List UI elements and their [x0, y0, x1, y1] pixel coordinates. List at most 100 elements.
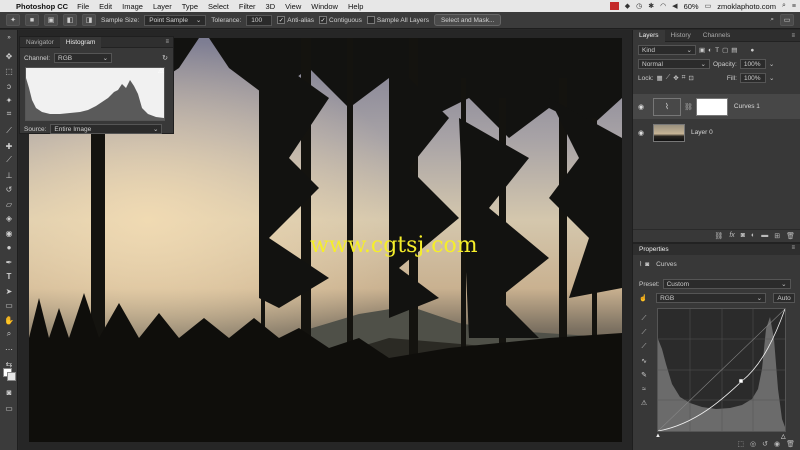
history-brush-tool-icon[interactable]: ↺ — [3, 183, 15, 195]
trash-icon[interactable]: 🗑 — [786, 232, 795, 240]
wifi-icon[interactable]: ◠ — [660, 2, 666, 10]
sample-size-select[interactable]: Point Sample ⌄ — [144, 14, 207, 26]
menu-filter[interactable]: Filter — [239, 2, 256, 11]
tolerance-input[interactable]: 100 — [246, 14, 273, 26]
fill-input[interactable]: 100% — [739, 73, 766, 83]
menu-3d[interactable]: 3D — [266, 2, 276, 11]
tab-histogram[interactable]: Histogram — [59, 36, 102, 48]
path-selection-tool-icon[interactable]: ➤ — [3, 285, 15, 297]
sample-all-layers-checkbox[interactable]: Sample All Layers — [366, 16, 429, 24]
folder-icon[interactable]: ▬ — [761, 232, 768, 239]
adjustment-layer-icon[interactable]: ◐ — [751, 232, 755, 239]
curves-graph[interactable] — [657, 308, 786, 432]
zoom-tool-icon[interactable]: ⌕ — [3, 328, 15, 340]
select-and-mask-button[interactable]: Select and Mask... — [433, 14, 502, 26]
app-name-menu[interactable]: Photoshop CC — [16, 2, 68, 11]
gradient-tool-icon[interactable]: ◈ — [3, 212, 15, 224]
eye-icon[interactable]: ◉ — [633, 103, 649, 111]
contiguous-checkbox[interactable]: ✓ Contiguous — [319, 16, 362, 24]
lock-move-icon[interactable]: ✥ — [673, 74, 678, 82]
curves-icon[interactable]: ⌇ — [639, 260, 642, 268]
tab-channels[interactable]: Channels — [697, 30, 736, 42]
menu-window[interactable]: Window — [311, 2, 338, 11]
collapse-arrows-icon[interactable]: » — [3, 32, 15, 44]
menu-list-icon[interactable]: ≡ — [792, 3, 796, 10]
eye-icon[interactable]: ◉ — [633, 129, 649, 137]
fx-icon[interactable]: fx — [729, 232, 734, 239]
quick-mask-icon[interactable]: ◙ — [3, 386, 15, 398]
menu-layer[interactable]: Layer — [153, 2, 172, 11]
bluetooth-icon[interactable]: ✱ — [648, 2, 654, 10]
healing-brush-tool-icon[interactable]: ✚ — [3, 140, 15, 152]
link-layers-icon[interactable]: ⛓ — [714, 232, 723, 240]
clip-to-layer-icon[interactable]: ⬚ — [737, 440, 744, 448]
search-icon[interactable]: ⌕ — [782, 2, 786, 10]
kind-filter-select[interactable]: Kind ⌄ — [638, 45, 696, 55]
more-tools-icon[interactable]: ⋯ — [3, 343, 15, 355]
marquee-tool-icon[interactable]: ⬚ — [3, 65, 15, 77]
anti-alias-checkbox[interactable]: ✓ Anti-alias — [277, 16, 314, 24]
menu-help[interactable]: Help — [348, 2, 363, 11]
layer-mask-thumbnail[interactable] — [695, 97, 728, 116]
crop-tool-icon[interactable]: ⌗ — [3, 108, 15, 120]
mask-icon[interactable]: ◙ — [645, 261, 649, 268]
menu-type[interactable]: Type — [182, 2, 198, 11]
curves-channel-select[interactable]: RGB ⌄ — [656, 293, 767, 303]
tab-layers[interactable]: Layers — [633, 29, 665, 42]
target-adjust-icon[interactable]: ☝ — [639, 294, 647, 302]
timemachine-icon[interactable]: ◷ — [636, 2, 642, 10]
trash-icon[interactable]: 🗑 — [786, 440, 795, 448]
lock-all-icon[interactable]: ⊡ — [688, 74, 693, 82]
filter-smart-object-icon[interactable]: ▤ — [731, 46, 737, 54]
visibility-icon[interactable]: ◉ — [774, 440, 780, 448]
panel-menu-icon[interactable]: ≡ — [791, 245, 795, 251]
filter-adjustment-icon[interactable]: ◐ — [708, 47, 712, 54]
auto-button[interactable]: Auto — [773, 293, 796, 303]
refresh-icon[interactable]: ↻ — [162, 54, 168, 62]
intersect-selection-icon[interactable]: ◨ — [82, 14, 96, 26]
opacity-input[interactable]: 100% — [739, 59, 766, 69]
type-tool-icon[interactable]: T — [3, 270, 15, 282]
menu-select[interactable]: Select — [208, 2, 229, 11]
black-point-eyedropper-icon[interactable]: ⟋ — [638, 314, 650, 324]
dodge-tool-icon[interactable]: ● — [3, 241, 15, 253]
layer-name[interactable]: Layer 0 — [691, 129, 713, 136]
brush-tool-icon[interactable]: ⟋ — [3, 154, 15, 166]
workspace-icon[interactable]: ▭ — [780, 14, 794, 26]
subtract-selection-icon[interactable]: ◧ — [63, 14, 77, 26]
panel-menu-icon[interactable]: ≡ — [791, 33, 795, 39]
menu-view[interactable]: View — [285, 2, 301, 11]
clipping-warning-icon[interactable]: ⚠ — [638, 398, 650, 408]
add-selection-icon[interactable]: ▣ — [44, 14, 58, 26]
rectangle-tool-icon[interactable]: ▭ — [3, 299, 15, 311]
eraser-tool-icon[interactable]: ▱ — [3, 198, 15, 210]
menu-file[interactable]: File — [77, 2, 89, 11]
pencil-draw-icon[interactable]: ✎ — [638, 370, 650, 380]
layer-row-curves[interactable]: ◉ ⌇ ⛓ Curves 1 — [633, 94, 800, 119]
user-name[interactable]: zmoklaphoto.com — [717, 2, 776, 11]
new-layer-icon[interactable]: ⊞ — [774, 232, 780, 240]
menu-image[interactable]: Image — [122, 2, 143, 11]
channel-select[interactable]: RGB ⌄ — [54, 53, 113, 63]
blur-tool-icon[interactable]: ◉ — [3, 227, 15, 239]
filter-type-icon[interactable]: T — [715, 47, 719, 54]
menu-edit[interactable]: Edit — [99, 2, 112, 11]
move-tool-icon[interactable]: ✥ — [3, 50, 15, 62]
lasso-tool-icon[interactable]: ↄ — [3, 80, 15, 92]
tab-history[interactable]: History — [665, 30, 697, 42]
warning-icon[interactable]: ⚠ — [158, 67, 164, 75]
filter-pixel-icon[interactable]: ▣ — [699, 46, 705, 54]
gray-point-eyedropper-icon[interactable]: ⟋ — [638, 328, 650, 338]
layer-name[interactable]: Curves 1 — [734, 103, 760, 110]
magic-wand-tool-preset-icon[interactable]: ✦ — [6, 14, 20, 26]
reset-icon[interactable]: ↺ — [762, 440, 768, 448]
search-icon[interactable]: ⌕ — [770, 16, 774, 24]
screen-mode-icon[interactable]: ▭ — [3, 402, 15, 414]
curve-point-edit-icon[interactable]: ∿ — [638, 356, 650, 366]
lock-artboard-icon[interactable]: ⌗ — [682, 74, 686, 82]
eyedropper-tool-icon[interactable]: ⟋ — [3, 125, 15, 137]
filter-shape-icon[interactable]: ▢ — [722, 46, 728, 54]
layer-row-layer0[interactable]: ◉ Layer 0 — [633, 120, 800, 145]
chevron-down-icon[interactable]: ⌄ — [769, 60, 774, 68]
lock-transparent-icon[interactable]: ▦ — [657, 74, 663, 82]
